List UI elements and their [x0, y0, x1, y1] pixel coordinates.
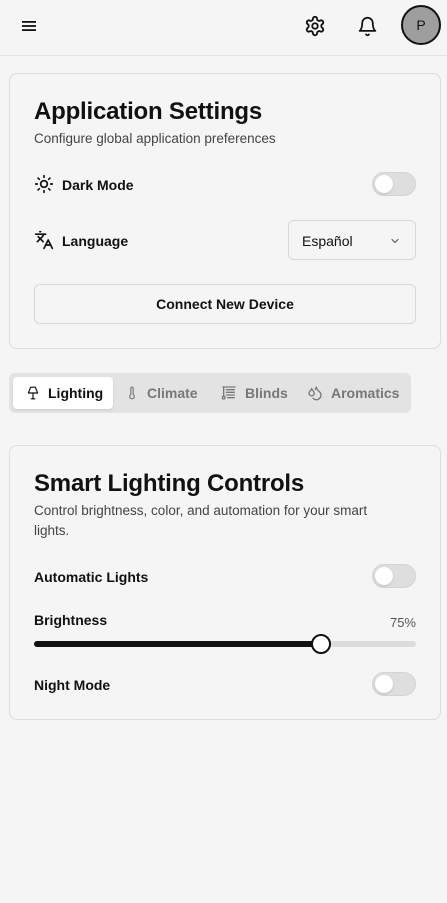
toggle-knob — [375, 567, 393, 585]
brightness-label: Brightness — [34, 612, 108, 628]
tab-label: Climate — [147, 385, 198, 401]
card-title: Smart Lighting Controls — [34, 470, 305, 497]
toggle-knob — [375, 675, 393, 693]
dark-mode-label: Dark Mode — [62, 177, 134, 193]
tab-aromatics[interactable]: Aromatics — [307, 377, 407, 409]
brightness-value: 75% — [389, 615, 416, 630]
hamburger-menu-icon — [22, 21, 36, 31]
bell-icon — [358, 16, 376, 36]
language-select[interactable]: Español — [288, 220, 416, 260]
slider-thumb[interactable] — [310, 634, 331, 654]
thermometer-icon — [129, 386, 135, 400]
tab-label: Lighting — [48, 385, 104, 401]
card-title: Application Settings — [34, 98, 263, 125]
menu-button[interactable] — [14, 14, 44, 38]
avatar-initial: P — [416, 17, 426, 33]
notifications-button[interactable] — [352, 11, 382, 41]
sun-icon — [34, 174, 54, 194]
blinds-icon — [221, 386, 236, 400]
night-mode-toggle[interactable] — [372, 672, 416, 696]
top-bar: P — [0, 0, 447, 56]
gear-icon — [305, 15, 325, 37]
card-subtitle: Configure global application preferences — [34, 131, 276, 146]
device-tabs: Lighting Climate Blinds Aromatics — [9, 373, 411, 413]
droplets-icon — [308, 386, 322, 401]
lamp-icon — [27, 386, 39, 400]
night-mode-label: Night Mode — [34, 677, 111, 693]
tab-lighting[interactable]: Lighting — [13, 377, 113, 409]
toggle-knob — [375, 175, 393, 193]
automatic-lights-label: Automatic Lights — [34, 569, 149, 585]
connect-new-device-button[interactable]: Connect New Device — [34, 284, 416, 324]
automatic-lights-toggle[interactable] — [372, 564, 416, 588]
language-value: Español — [302, 233, 353, 249]
tab-blinds[interactable]: Blinds — [221, 377, 299, 409]
brightness-slider[interactable] — [34, 634, 416, 654]
dark-mode-toggle[interactable] — [372, 172, 416, 196]
settings-button[interactable] — [300, 11, 330, 41]
chevron-down-icon — [391, 238, 399, 244]
slider-fill — [34, 641, 321, 647]
tab-label: Blinds — [245, 385, 288, 401]
language-label: Language — [62, 233, 129, 249]
translate-icon — [34, 230, 54, 250]
lighting-controls-card: Smart Lighting Controls Control brightne… — [9, 445, 441, 720]
tab-label: Aromatics — [331, 385, 400, 401]
application-settings-card: Application Settings Configure global ap… — [9, 73, 441, 349]
card-subtitle: Control brightness, color, and automatio… — [34, 503, 368, 538]
avatar[interactable]: P — [401, 5, 441, 45]
tab-climate[interactable]: Climate — [125, 377, 209, 409]
